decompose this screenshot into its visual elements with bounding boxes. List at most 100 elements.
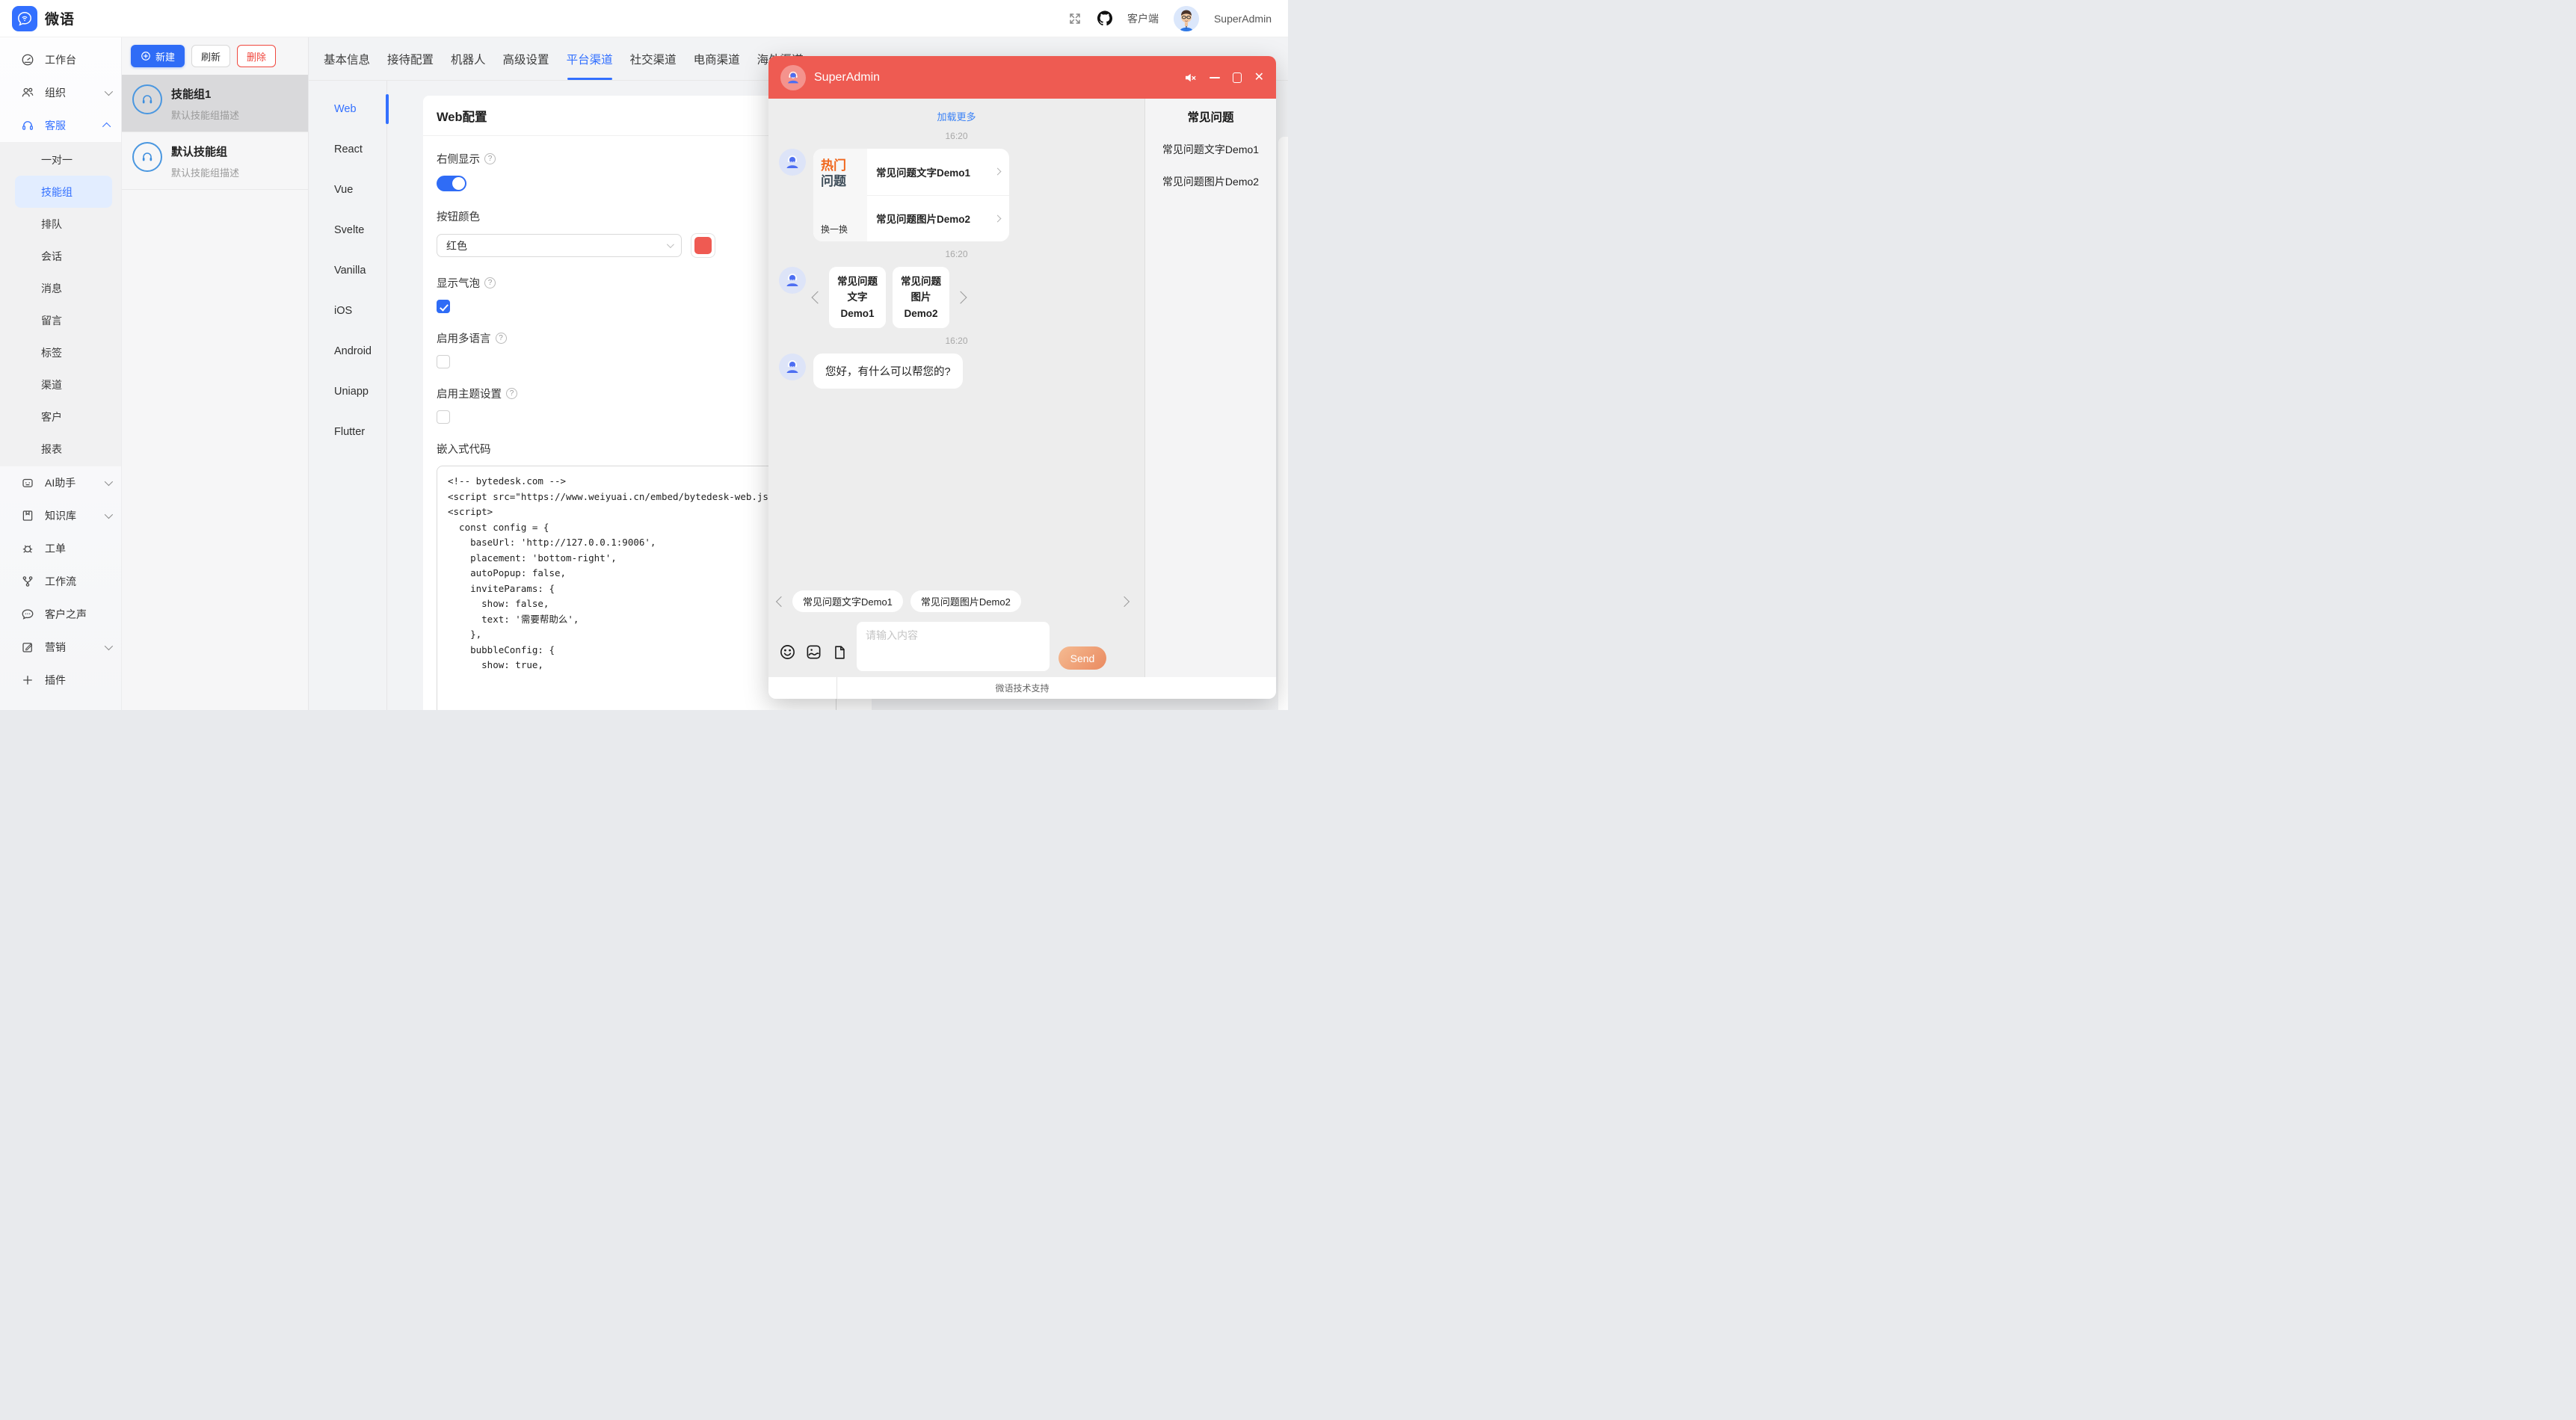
minimize-icon[interactable] — [1210, 77, 1220, 78]
quick-reply-prev-icon[interactable] — [776, 596, 786, 606]
theme-checkbox[interactable] — [437, 410, 450, 424]
submenu-label: 留言 — [41, 313, 62, 328]
button-color-select[interactable]: 红色 — [437, 234, 682, 257]
submenu-item-channel[interactable]: 渠道 — [15, 368, 112, 401]
sidebar-item-voice-of-customer[interactable]: 客户之声 — [0, 598, 121, 631]
user-avatar[interactable] — [1174, 6, 1199, 31]
sidebar-item-ticket[interactable]: 工单 — [0, 532, 121, 565]
subnav-svelte[interactable]: Svelte — [309, 210, 386, 250]
send-button[interactable]: Send — [1059, 646, 1106, 670]
submenu-item-tag[interactable]: 标签 — [15, 336, 112, 368]
list-item-title: 默认技能组 — [171, 143, 239, 159]
field-label: 按钮颜色 — [437, 209, 480, 224]
subnav-react[interactable]: React — [309, 129, 386, 170]
quick-reply-pill[interactable]: 常见问题文字Demo1 — [792, 590, 903, 612]
sidebar-item-marketing[interactable]: 营销 — [0, 631, 121, 664]
submenu-label: 渠道 — [41, 377, 62, 392]
right-display-toggle[interactable] — [437, 176, 466, 191]
quick-reply-pill[interactable]: 常见问题图片Demo2 — [910, 590, 1021, 612]
emoji-icon[interactable] — [779, 643, 796, 661]
subnav-web[interactable]: Web — [309, 89, 386, 129]
faq-card-line: Demo2 — [904, 306, 937, 322]
tab-social-channel[interactable]: 社交渠道 — [630, 37, 677, 80]
submenu-item-queue[interactable]: 排队 — [15, 208, 112, 240]
maximize-icon[interactable] — [1233, 72, 1242, 83]
help-icon[interactable] — [484, 277, 496, 288]
sidebar-item-label: 工作台 — [45, 52, 76, 67]
chat-title: SuperAdmin — [814, 71, 880, 84]
faq-card-text-demo1[interactable]: 常见问题 文字 Demo1 — [829, 267, 886, 328]
submenu-label: 一对一 — [41, 152, 73, 167]
mute-icon[interactable] — [1183, 71, 1197, 84]
submenu-item-message[interactable]: 消息 — [15, 272, 112, 304]
fullscreen-icon[interactable] — [1067, 11, 1082, 26]
tab-platform-channel[interactable]: 平台渠道 — [567, 37, 613, 80]
hot-question-item[interactable]: 常见问题图片Demo2 — [867, 195, 1009, 242]
subnav-ios[interactable]: iOS — [309, 291, 386, 331]
sidebar-item-organization[interactable]: 组织 — [0, 76, 121, 109]
subnav-flutter[interactable]: Flutter — [309, 412, 386, 452]
carousel-prev-icon[interactable] — [812, 291, 825, 304]
chevron-down-icon — [105, 642, 113, 650]
faq-card-line: 常见问题 — [901, 274, 941, 290]
submenu-item-customer[interactable]: 客户 — [15, 401, 112, 433]
create-button[interactable]: 新建 — [131, 45, 185, 67]
chevron-down-icon — [667, 241, 674, 248]
tab-basic-info[interactable]: 基本信息 — [324, 37, 370, 80]
chevron-right-icon — [994, 168, 1002, 176]
hot-questions-card: 热门 问题 换一换 常见问题文字Demo1 常见问题图片Demo2 — [813, 149, 1009, 241]
sidebar-item-knowledge-base[interactable]: 知识库 — [0, 499, 121, 532]
submenu-item-one-to-one[interactable]: 一对一 — [15, 143, 112, 176]
github-icon[interactable] — [1097, 11, 1112, 26]
faq-panel-item[interactable]: 常见问题文字Demo1 — [1145, 142, 1276, 157]
load-more-link[interactable]: 加载更多 — [779, 109, 1134, 123]
submenu-item-leave-message[interactable]: 留言 — [15, 304, 112, 336]
help-icon[interactable] — [506, 388, 517, 399]
tab-reception-config[interactable]: 接待配置 — [387, 37, 434, 80]
submenu-item-skill-group[interactable]: 技能组 — [15, 176, 112, 208]
submenu-item-conversation[interactable]: 会话 — [15, 240, 112, 272]
app-logo[interactable] — [12, 6, 37, 31]
sidebar-item-plugins[interactable]: 插件 — [0, 664, 121, 697]
field-label: 嵌入式代码 — [437, 441, 491, 457]
refresh-button[interactable]: 刷新 — [191, 45, 230, 67]
help-icon[interactable] — [484, 153, 496, 164]
subnav-vanilla[interactable]: Vanilla — [309, 250, 386, 291]
sidebar-item-workflow[interactable]: 工作流 — [0, 565, 121, 598]
subnav-vue[interactable]: Vue — [309, 170, 386, 210]
list-item-skill-group-1[interactable]: 技能组1 默认技能组描述 — [122, 75, 308, 132]
multilang-checkbox[interactable] — [437, 355, 450, 368]
subnav-uniapp[interactable]: Uniapp — [309, 371, 386, 412]
submenu-item-report[interactable]: 报表 — [15, 433, 112, 465]
show-bubble-checkbox[interactable] — [437, 300, 450, 313]
subnav-android[interactable]: Android — [309, 331, 386, 371]
list-item-default-skill-group[interactable]: 默认技能组 默认技能组描述 — [122, 132, 308, 190]
submenu-label: 标签 — [41, 345, 62, 360]
powered-by-label[interactable]: 微语技术支持 — [995, 682, 1049, 694]
sidebar-item-ai-assistant[interactable]: AI助手 — [0, 466, 121, 499]
refresh-questions-link[interactable]: 换一换 — [821, 223, 860, 235]
tab-robot[interactable]: 机器人 — [451, 37, 486, 80]
chat-header[interactable]: SuperAdmin ✕ — [768, 56, 1276, 99]
carousel-next-icon[interactable] — [955, 291, 967, 304]
sidebar-item-workbench[interactable]: 工作台 — [0, 43, 121, 76]
image-icon[interactable] — [805, 643, 822, 661]
tab-advanced-settings[interactable]: 高级设置 — [503, 37, 549, 80]
close-icon[interactable]: ✕ — [1254, 72, 1264, 84]
color-swatch-button[interactable] — [691, 233, 715, 258]
file-icon[interactable] — [831, 644, 848, 661]
faq-panel-item[interactable]: 常见问题图片Demo2 — [1145, 174, 1276, 189]
tab-ecommerce-channel[interactable]: 电商渠道 — [694, 37, 740, 80]
hot-question-item[interactable]: 常见问题文字Demo1 — [867, 149, 1009, 195]
delete-button[interactable]: 删除 — [237, 45, 276, 67]
sidebar-item-customer-service[interactable]: 客服 — [0, 109, 121, 142]
faq-card-line: 文字 — [848, 289, 868, 306]
message-input[interactable]: 请输入内容 — [857, 622, 1050, 671]
sidebar: 工作台 组织 客服 一对一 技能组 排队 会话 消息 留言 标签 渠道 — [0, 37, 122, 710]
faq-card-image-demo2[interactable]: 常见问题 图片 Demo2 — [893, 267, 949, 328]
refresh-button-label: 刷新 — [201, 49, 221, 64]
quick-reply-next-icon[interactable] — [1119, 596, 1130, 606]
sidebar-item-label: 知识库 — [45, 508, 76, 523]
client-link[interactable]: 客户端 — [1127, 11, 1159, 26]
help-icon[interactable] — [496, 333, 507, 344]
